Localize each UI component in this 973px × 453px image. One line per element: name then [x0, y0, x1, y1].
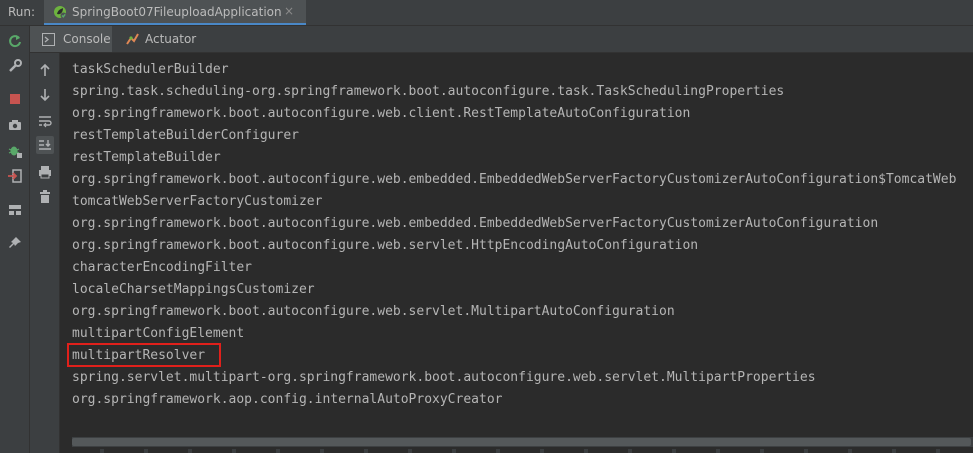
run-config-tab[interactable]: SpringBoot07FileuploadApplication ×	[44, 0, 306, 25]
console-line: spring.task.scheduling-org.springframewo…	[72, 84, 785, 99]
close-icon[interactable]: ×	[284, 4, 294, 18]
tab-console[interactable]: Console	[30, 26, 112, 52]
print-icon[interactable]	[36, 163, 54, 181]
exit-icon[interactable]	[7, 168, 23, 184]
scroll-to-end-button[interactable]	[36, 136, 54, 154]
tab-actuator[interactable]: Actuator	[118, 26, 198, 52]
actuator-icon	[126, 33, 139, 45]
console-line: spring.servlet.multipart-org.springframe…	[72, 370, 816, 385]
spring-boot-icon	[54, 6, 67, 19]
console-line: org.springframework.boot.autoconfigure.w…	[72, 238, 699, 253]
run-toolbar: Run: SpringBoot07FileuploadApplication ×	[0, 0, 973, 26]
console-line: characterEncodingFilter	[72, 260, 253, 275]
truncated-next-line	[60, 449, 973, 453]
trash-icon[interactable]	[36, 188, 54, 206]
soft-wrap-icon[interactable]	[36, 112, 54, 130]
console-line: org.springframework.aop.config.internalA…	[72, 392, 503, 407]
stop-icon[interactable]	[7, 91, 23, 107]
tab-actuator-label: Actuator	[145, 32, 197, 46]
pin-icon[interactable]	[7, 235, 23, 251]
run-label: Run:	[8, 5, 36, 19]
console-icon	[42, 33, 55, 46]
console-action-strip	[30, 53, 60, 453]
arrow-up-icon[interactable]	[36, 61, 54, 79]
run-tool-strip	[0, 26, 30, 453]
wrench-icon[interactable]	[7, 58, 23, 74]
layout-icon[interactable]	[7, 202, 23, 218]
camera-icon[interactable]	[7, 117, 23, 133]
run-tab-title: SpringBoot07FileuploadApplication	[72, 5, 282, 19]
console-line: restTemplateBuilder	[72, 150, 221, 165]
scroll-to-end-icon	[39, 140, 51, 150]
console-line: org.springframework.boot.autoconfigure.w…	[72, 172, 957, 187]
console-line: localeCharsetMappingsCustomizer	[72, 282, 315, 297]
rerun-icon[interactable]	[7, 33, 23, 49]
console-line: tomcatWebServerFactoryCustomizer	[72, 194, 323, 209]
console-line: org.springframework.boot.autoconfigure.w…	[72, 304, 675, 319]
console-line: restTemplateBuilderConfigurer	[72, 128, 299, 143]
run-subtabs: Console Actuator	[30, 26, 973, 53]
scrollbar-thumb[interactable]	[72, 438, 971, 446]
debug-icon[interactable]	[7, 143, 23, 159]
horizontal-scrollbar[interactable]	[72, 437, 973, 447]
console-line: org.springframework.boot.autoconfigure.w…	[72, 216, 879, 231]
console-line: org.springframework.boot.autoconfigure.w…	[72, 106, 691, 121]
highlight-annotation-box	[67, 343, 221, 367]
arrow-down-icon[interactable]	[36, 86, 54, 104]
console-output[interactable]: taskSchedulerBuilder spring.task.schedul…	[60, 53, 973, 453]
tab-console-label: Console	[63, 32, 111, 46]
console-line: multipartConfigElement	[72, 326, 245, 341]
console-line: taskSchedulerBuilder	[72, 62, 229, 77]
